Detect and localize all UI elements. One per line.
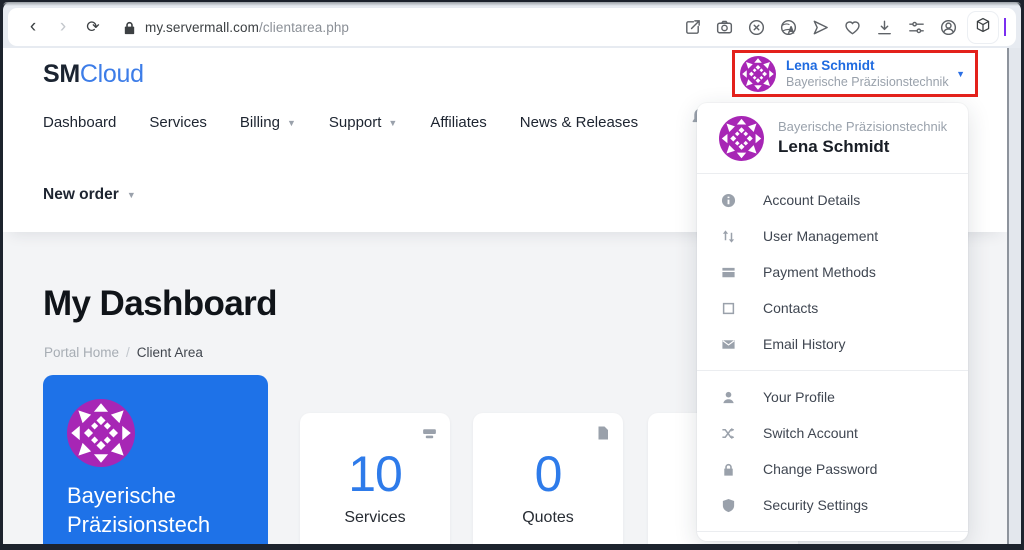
url-path: /clientarea.php [258, 19, 350, 35]
profile-avatar-icon[interactable] [939, 18, 958, 37]
nav-news-releases[interactable]: News & Releases [520, 114, 638, 131]
contacts-square-icon [721, 301, 737, 316]
url-host: my.servermall.com [145, 19, 259, 35]
secondary-nav: New order ▼ [43, 186, 136, 204]
breadcrumb-portal-home[interactable]: Portal Home [44, 345, 119, 360]
account-summary-card[interactable]: Bayerische Präzisionstech [43, 375, 268, 544]
lock-icon [721, 462, 737, 477]
client-area-page: SMCloud Dashboard Services Billing ▼ Supp… [3, 48, 1007, 544]
user-avatar [740, 56, 776, 92]
page-title: My Dashboard [43, 284, 278, 323]
person-icon [721, 390, 737, 405]
download-icon[interactable] [875, 18, 894, 37]
scrollbar[interactable] [1007, 48, 1021, 544]
nav-services[interactable]: Services [149, 114, 207, 131]
send-icon[interactable] [811, 18, 830, 37]
breadcrumb-client-area: Client Area [136, 345, 203, 360]
menu-item-switch-account[interactable]: Switch Account [697, 415, 968, 451]
credit-card-icon [721, 265, 737, 280]
menu-item-account-details[interactable]: Account Details [697, 182, 968, 218]
chevron-down-icon: ▼ [286, 117, 296, 128]
share-edit-icon[interactable] [683, 18, 702, 37]
nav-dashboard[interactable]: Dashboard [43, 114, 116, 131]
logo-cloud: Cloud [79, 60, 144, 88]
menu-item-payment-methods[interactable]: Payment Methods [697, 254, 968, 290]
logo[interactable]: SMCloud [43, 60, 144, 89]
menu-item-change-password[interactable]: Change Password [697, 451, 968, 487]
dropdown-user-header: Bayerische Präzisionstechnik Lena Schmid… [697, 103, 968, 173]
blocker-x-icon[interactable] [747, 18, 766, 37]
chevron-down-icon: ▼ [388, 117, 398, 128]
shield-icon [721, 498, 737, 513]
chevron-down-icon: ▼ [956, 69, 965, 79]
text-cursor [1004, 18, 1006, 36]
services-count: 10 [348, 446, 403, 502]
breadcrumb-separator: / [126, 345, 130, 360]
url-bar[interactable]: my.servermall.com/clientarea.php [145, 20, 349, 35]
dropdown-company: Bayerische Präzisionstechnik [778, 119, 948, 135]
main-nav: Dashboard Services Billing ▼ Support ▼ Aff… [43, 114, 638, 131]
user-avatar [719, 116, 764, 161]
services-stat-card[interactable]: 10 Services [300, 413, 450, 544]
company-avatar [67, 399, 135, 467]
info-icon [721, 193, 737, 208]
divider [697, 531, 968, 532]
document-icon [595, 425, 611, 446]
account-card-line2: Präzisionstech [67, 512, 211, 538]
new-order-button[interactable]: New order [43, 186, 119, 204]
tune-icon[interactable] [907, 18, 926, 37]
heart-icon[interactable] [843, 18, 862, 37]
menu-item-email-history[interactable]: Email History [697, 326, 968, 362]
extension-pill[interactable] [968, 11, 998, 43]
shuffle-icon [721, 426, 737, 441]
menu-item-your-profile[interactable]: Your Profile [697, 379, 968, 415]
menu-item-user-management[interactable]: User Management [697, 218, 968, 254]
breadcrumb: Portal Home / Client Area [44, 345, 203, 360]
nav-billing[interactable]: Billing ▼ [240, 114, 296, 131]
forward-icon[interactable]: › [48, 16, 78, 38]
nav-support[interactable]: Support ▼ [329, 114, 397, 131]
user-dropdown-menu: Bayerische Präzisionstechnik Lena Schmid… [697, 103, 968, 541]
quotes-label: Quotes [522, 509, 574, 526]
account-card-line1: Bayerische [67, 483, 176, 508]
user-menu-trigger[interactable]: Lena Schmidt Bayerische Präzisionstechni… [735, 53, 975, 95]
lock-icon [122, 20, 137, 35]
user-name: Lena Schmidt [786, 57, 875, 73]
server-icon [421, 425, 438, 447]
back-icon[interactable]: ‹ [18, 16, 48, 38]
chevron-down-icon: ▼ [126, 190, 136, 200]
user-company: Bayerische Präzisionstechnik [786, 74, 949, 89]
envelope-icon [721, 337, 737, 352]
nav-affiliates[interactable]: Affiliates [430, 114, 486, 131]
reload-icon[interactable]: ⟳ [78, 17, 108, 37]
menu-item-security-settings[interactable]: Security Settings [697, 487, 968, 523]
sort-arrows-icon [721, 229, 737, 244]
logo-sm: SM [43, 60, 80, 88]
extension-cube-icon [974, 16, 992, 39]
browser-chrome: ‹ › ⟳ my.servermall.com/clientarea.php [3, 2, 1021, 48]
camera-icon[interactable] [715, 18, 734, 37]
quotes-count: 0 [534, 446, 563, 502]
browser-toolbar: ‹ › ⟳ my.servermall.com/clientarea.php [8, 8, 1016, 46]
quotes-stat-card[interactable]: 0 Quotes [473, 413, 623, 544]
services-label: Services [344, 509, 406, 526]
menu-item-contacts[interactable]: Contacts [697, 290, 968, 326]
dropdown-user-name: Lena Schmidt [778, 136, 890, 156]
translate-icon[interactable] [779, 18, 798, 37]
